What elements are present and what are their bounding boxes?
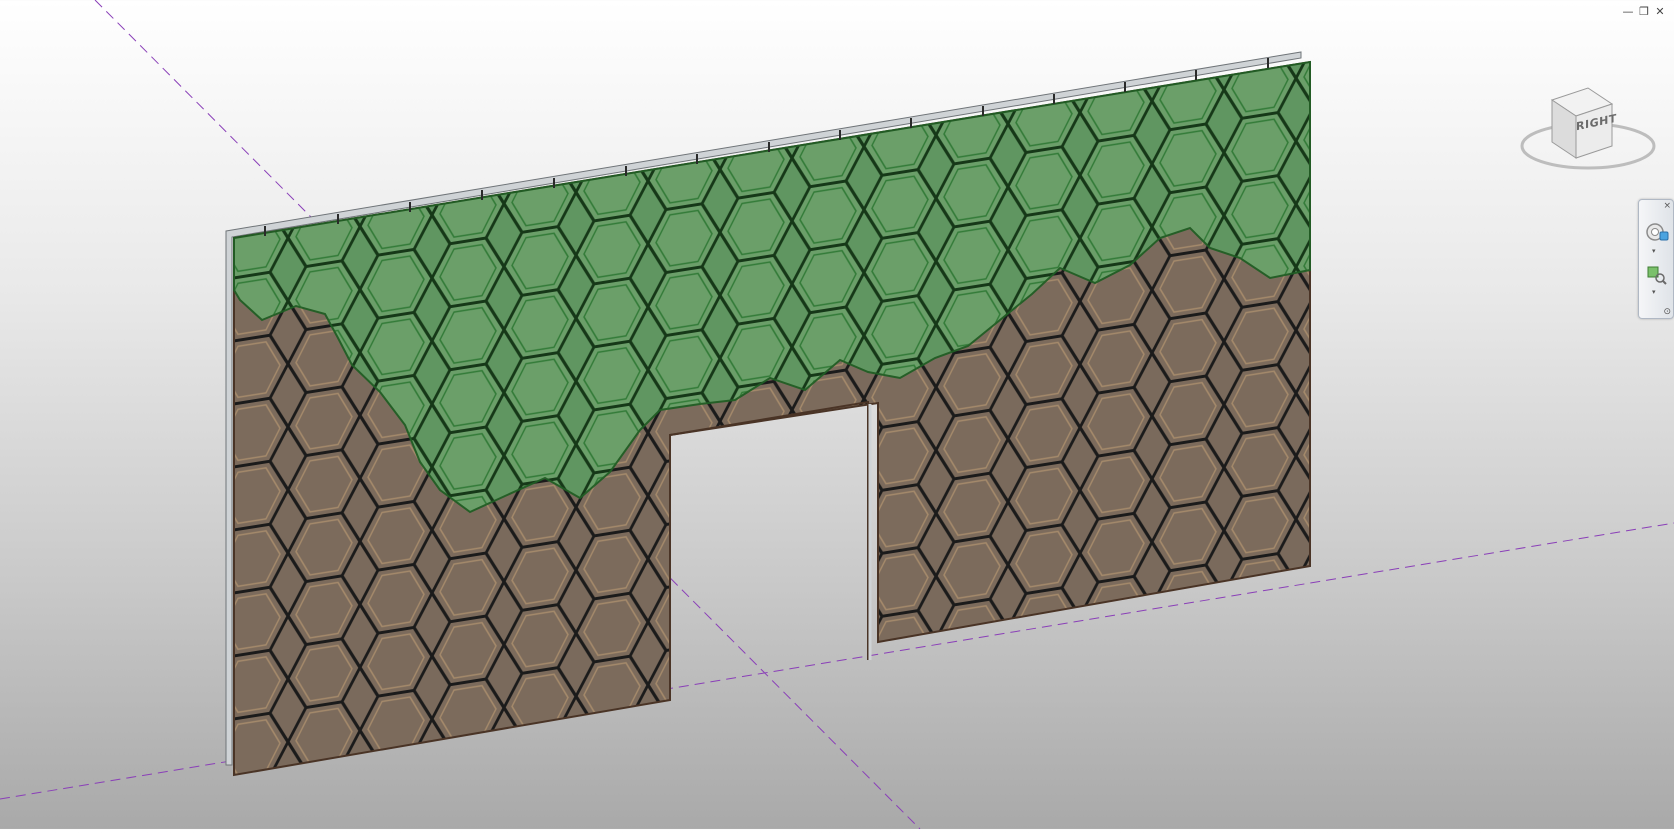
navigation-bar[interactable]: × ▾ ▾ ⊙ <box>1638 199 1674 319</box>
minimize-button[interactable]: — <box>1622 6 1634 18</box>
nav-bar-options-button[interactable]: ⊙ <box>1663 307 1671 317</box>
model-view-canvas[interactable] <box>0 0 1674 830</box>
viewcube[interactable]: RIGHT <box>1512 80 1662 190</box>
zoom-icon[interactable] <box>1646 264 1668 286</box>
3d-viewport[interactable]: RIGHT × ▾ ▾ ⊙ — ❐ ✕ <box>0 0 1674 830</box>
restore-button[interactable]: ❐ <box>1638 6 1650 18</box>
window-controls: — ❐ ✕ <box>1622 6 1666 18</box>
zoom-dropdown[interactable]: ▾ <box>1652 288 1656 296</box>
close-button[interactable]: ✕ <box>1654 6 1666 18</box>
steering-wheel-dropdown[interactable]: ▾ <box>1652 247 1656 255</box>
viewcube-graphic[interactable] <box>1512 80 1662 190</box>
nav-bar-close-button[interactable]: × <box>1663 201 1671 211</box>
steering-wheel-icon[interactable] <box>1645 220 1669 244</box>
